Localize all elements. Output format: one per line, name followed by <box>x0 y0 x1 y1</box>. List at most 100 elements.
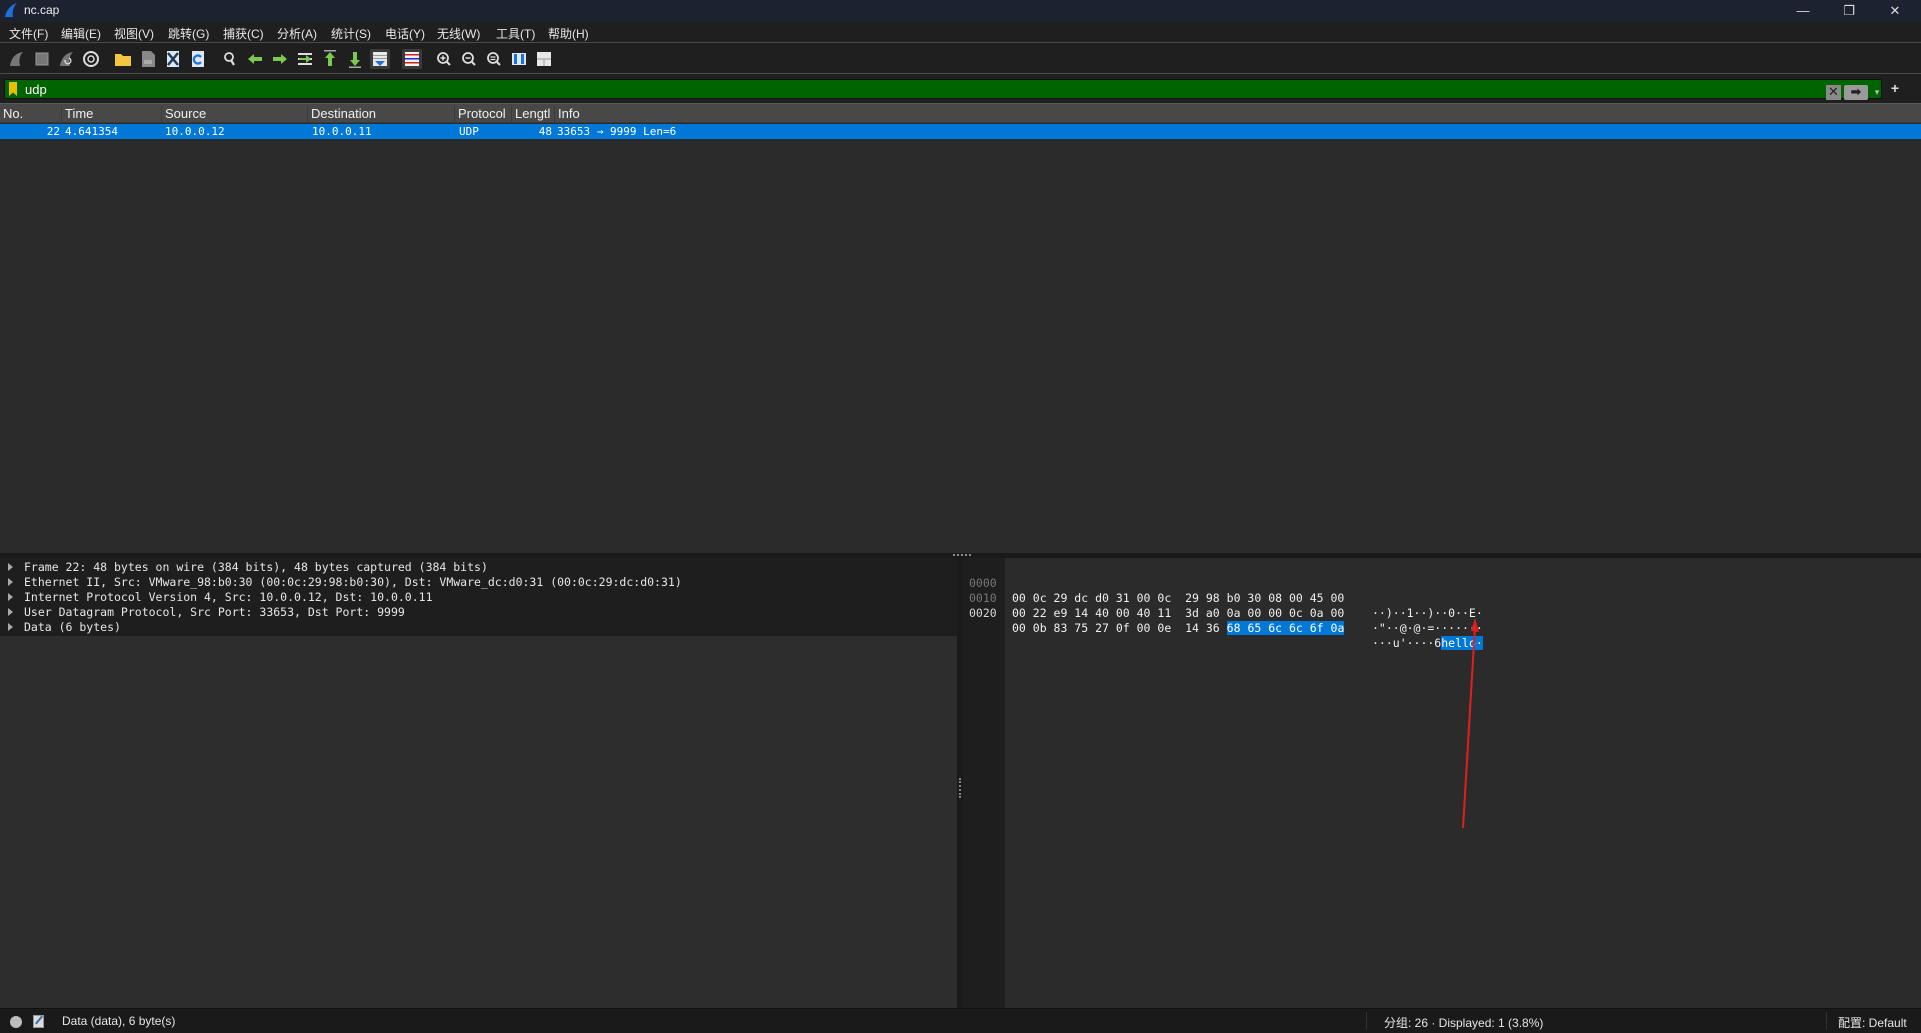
hex-group-b: 3d a0 0a 00 00 0c 0a 00 <box>1185 606 1345 620</box>
expand-arrow-icon[interactable] <box>8 578 13 586</box>
minimize-button[interactable]: — <box>1780 0 1826 22</box>
open-file-icon <box>115 54 131 66</box>
apply-filter-button[interactable]: ➡ <box>1844 85 1868 100</box>
find-packet-button[interactable] <box>220 49 240 69</box>
restart-capture-button[interactable] <box>57 49 77 69</box>
save-file-icon <box>142 51 155 67</box>
menu-statistics[interactable]: 统计(S) <box>331 25 371 42</box>
menu-edit[interactable]: 编辑(E) <box>61 25 101 42</box>
restore-button[interactable]: ❐ <box>1826 0 1872 22</box>
tree-item-ipv4[interactable]: Internet Protocol Version 4, Src: 10.0.0… <box>0 590 957 605</box>
first-packet-icon <box>324 50 336 66</box>
ascii-bytes: ·"··@·@·=······· <box>1372 621 1483 635</box>
menu-tools[interactable]: 工具(T) <box>496 25 535 42</box>
menu-capture[interactable]: 捕获(C) <box>223 25 264 42</box>
clear-filter-button[interactable]: ✕ <box>1826 85 1841 100</box>
main-toolbar <box>0 44 1921 74</box>
splitter-grip-icon <box>959 778 961 798</box>
ascii-selected-bytes: hello· <box>1441 636 1483 650</box>
save-file-button[interactable] <box>138 49 158 69</box>
column-header-no[interactable]: No. <box>0 106 62 122</box>
last-packet-icon <box>349 52 361 68</box>
hex-bytes: 00 22 e9 14 40 00 40 11 3d a0 0a 00 00 0… <box>1012 606 1344 621</box>
packet-details-pane: Frame 22: 48 bytes on wire (384 bits), 4… <box>0 558 957 1008</box>
filter-bookmark-icon[interactable] <box>9 82 17 96</box>
profile-text[interactable]: 配置: Default <box>1838 1014 1907 1031</box>
zoom-in-button[interactable] <box>434 49 454 69</box>
column-header-info[interactable]: Info <box>555 106 1921 122</box>
resize-columns-button[interactable] <box>509 49 529 69</box>
menu-help[interactable]: 帮助(H) <box>548 25 589 42</box>
close-button[interactable]: ✕ <box>1872 0 1918 22</box>
capture-status-icon[interactable] <box>10 1016 22 1028</box>
column-header-source[interactable]: Source <box>162 106 308 122</box>
column-header-destination[interactable]: Destination <box>308 106 455 122</box>
packet-count-text: 分组: 26 · Displayed: 1 (3.8%) <box>1384 1016 1544 1030</box>
add-filter-button[interactable]: + <box>1888 81 1902 95</box>
hex-group-b: 14 36 <box>1185 621 1220 635</box>
zoom-out-button[interactable] <box>459 49 479 69</box>
open-file-button[interactable] <box>113 49 133 69</box>
tree-item-label: Internet Protocol Version 4, Src: 10.0.0… <box>24 590 433 604</box>
resize-columns-icon <box>512 53 526 65</box>
tree-item-frame[interactable]: Frame 22: 48 bytes on wire (384 bits), 4… <box>0 560 957 575</box>
menu-telephony[interactable]: 电话(Y) <box>385 25 425 42</box>
bytes-row[interactable]: 0010 00 22 e9 14 40 00 40 11 3d a0 0a 00… <box>963 576 1483 635</box>
go-back-button[interactable] <box>245 49 265 69</box>
menu-view[interactable]: 视图(V) <box>114 25 154 42</box>
layout-button[interactable] <box>534 49 554 69</box>
close-file-icon <box>167 51 179 67</box>
display-filter-input[interactable]: udp ✕ ➡ ▾ <box>4 79 1883 100</box>
tree-item-label: Frame 22: 48 bytes on wire (384 bits), 4… <box>24 560 488 574</box>
status-bar: Data (data), 6 byte(s) 分组: 26 · Displaye… <box>0 1008 1921 1033</box>
auto-scroll-button[interactable] <box>370 49 390 69</box>
zoom-out-icon <box>462 52 476 66</box>
go-forward-button[interactable] <box>270 49 290 69</box>
auto-scroll-icon <box>373 52 387 66</box>
bytes-row[interactable]: 0020 00 0b 83 75 27 0f 00 0e 14 36 68 65… <box>963 591 1483 650</box>
menu-go[interactable]: 跳转(G) <box>168 25 209 42</box>
first-packet-button[interactable] <box>320 49 340 69</box>
normal-size-icon <box>487 52 501 66</box>
stop-capture-icon <box>35 52 49 66</box>
hex-group-b: 29 98 b0 30 08 00 45 00 <box>1185 591 1345 605</box>
expand-arrow-icon[interactable] <box>8 623 13 631</box>
tree-item-data[interactable]: Data (6 bytes) <box>0 620 957 635</box>
close-file-button[interactable] <box>163 49 183 69</box>
menu-bar: 文件(F) 编辑(E) 视图(V) 跳转(G) 捕获(C) 分析(A) 统计(S… <box>0 22 1921 43</box>
display-filter-value[interactable]: udp <box>25 82 47 97</box>
expand-arrow-icon[interactable] <box>8 608 13 616</box>
tree-item-udp[interactable]: User Datagram Protocol, Src Port: 33653,… <box>0 605 957 620</box>
reload-file-button[interactable] <box>188 49 208 69</box>
packet-info: 33653 → 9999 Len=6 <box>557 125 677 138</box>
capture-options-button[interactable] <box>81 49 101 69</box>
hex-group-a: 00 0c 29 dc d0 31 00 0c <box>1012 591 1172 605</box>
column-header-protocol[interactable]: Protocol <box>455 106 512 122</box>
hex-bytes: 00 0c 29 dc d0 31 00 0c 29 98 b0 30 08 0… <box>1012 591 1344 606</box>
expand-arrow-icon[interactable] <box>8 593 13 601</box>
packet-length: 48 <box>538 125 552 138</box>
column-header-time[interactable]: Time <box>62 106 162 122</box>
last-packet-button[interactable] <box>345 49 365 69</box>
expand-arrow-icon[interactable] <box>8 563 13 571</box>
capture-comment-icon[interactable] <box>33 1015 44 1028</box>
splitter-grip-icon <box>953 554 971 556</box>
normal-size-button[interactable] <box>484 49 504 69</box>
colorize-button[interactable] <box>402 49 422 69</box>
menu-analyze[interactable]: 分析(A) <box>277 25 317 42</box>
restore-icon: ❐ <box>1843 3 1855 18</box>
tree-item-label: Data (6 bytes) <box>24 620 121 634</box>
tree-item-label: User Datagram Protocol, Src Port: 33653,… <box>24 605 405 619</box>
menu-file[interactable]: 文件(F) <box>9 25 48 42</box>
column-header-length[interactable]: Lengtl <box>512 106 555 122</box>
go-to-packet-button[interactable] <box>295 49 315 69</box>
ascii-bytes: ···u'····6hello· <box>1372 636 1483 651</box>
stop-capture-button[interactable] <box>32 49 52 69</box>
bytes-row[interactable]: 0000 00 0c 29 dc d0 31 00 0c 29 98 b0 30… <box>963 561 1483 620</box>
filter-history-dropdown[interactable]: ▾ <box>1871 85 1883 100</box>
status-divider <box>1826 1012 1827 1030</box>
menu-wireless[interactable]: 无线(W) <box>437 25 480 42</box>
packet-row[interactable]: 22 4.641354 10.0.0.12 10.0.0.11 UDP 48 3… <box>0 124 1921 139</box>
start-capture-button[interactable] <box>7 49 27 69</box>
tree-item-ethernet[interactable]: Ethernet II, Src: VMware_98:b0:30 (00:0c… <box>0 575 957 590</box>
